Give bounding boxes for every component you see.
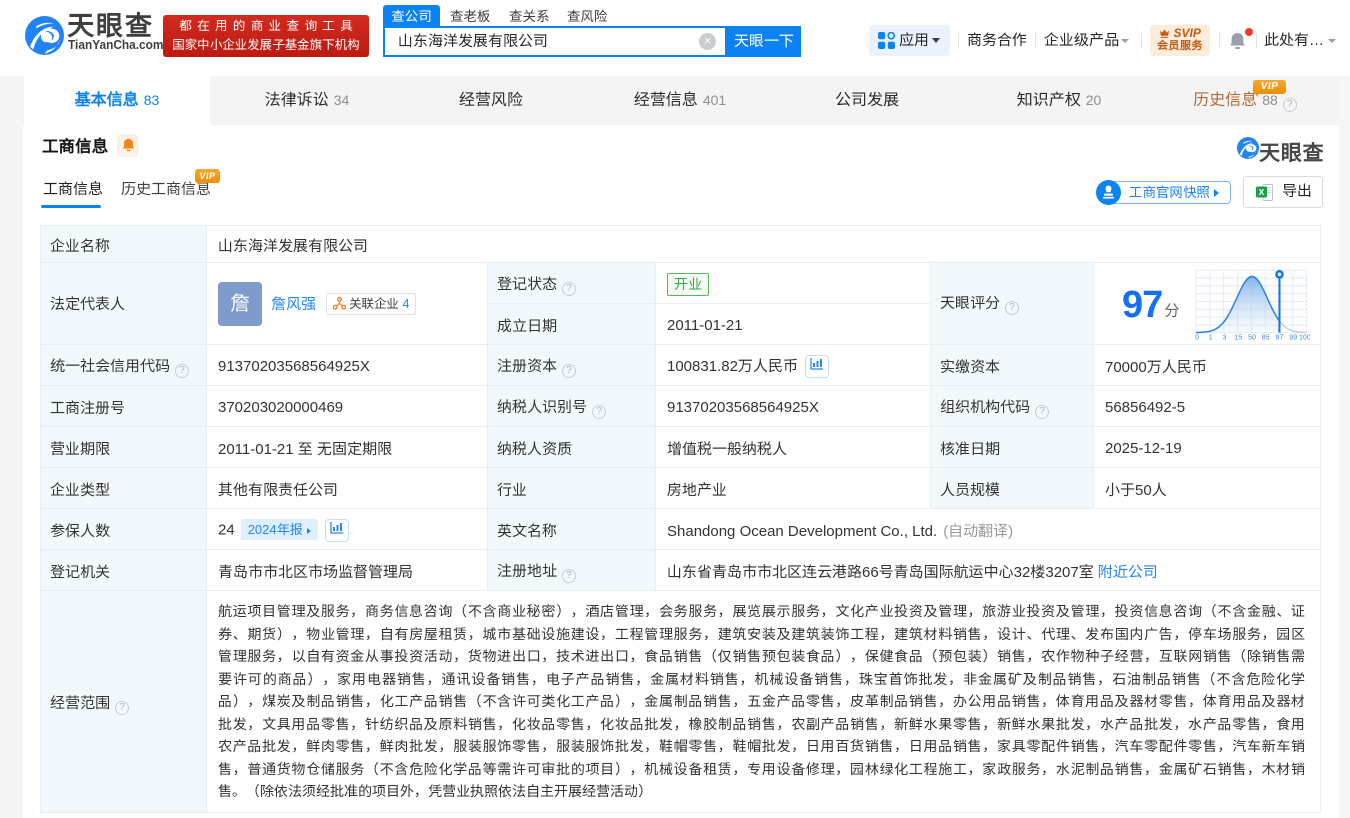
svg-text:15: 15 bbox=[1234, 332, 1242, 340]
svg-text:85: 85 bbox=[1262, 332, 1270, 340]
svg-text:50: 50 bbox=[1248, 332, 1256, 340]
svg-text:0: 0 bbox=[1195, 332, 1199, 340]
svg-text:100: 100 bbox=[1299, 332, 1310, 340]
svg-text:97: 97 bbox=[1276, 332, 1284, 340]
svg-text:3: 3 bbox=[1223, 332, 1227, 340]
svg-text:X: X bbox=[1259, 187, 1265, 197]
svg-text:99: 99 bbox=[1289, 332, 1297, 340]
svg-text:1: 1 bbox=[1209, 332, 1213, 340]
